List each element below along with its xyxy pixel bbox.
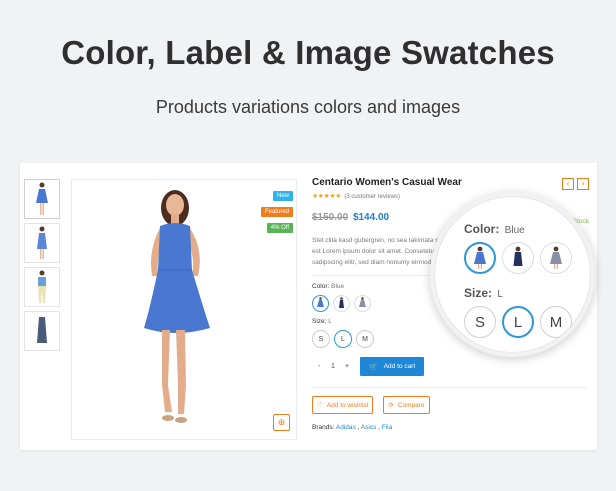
add-to-cart-button[interactable]: 🛒 Add to cart [360, 357, 425, 376]
review-count-link[interactable]: (3 customer reviews) [344, 194, 400, 200]
badge-discount: 4% Off [266, 223, 293, 233]
magnified-color-label: Color: Blue [464, 222, 572, 236]
sale-price: $144.00 [352, 212, 390, 223]
zoom-icon[interactable]: ⊕ [273, 414, 290, 431]
old-price: $150.00 [312, 212, 349, 223]
heart-icon: ♡ [317, 402, 323, 409]
magnified-swatch-grey[interactable] [540, 242, 572, 274]
magnified-swatch-navy[interactable] [502, 242, 534, 274]
magnified-options: Color: Blue Size: L S L M [464, 222, 572, 338]
swatch-blue[interactable] [312, 295, 329, 312]
refresh-icon: ⟳ [388, 402, 394, 409]
magnified-color-swatches [464, 242, 572, 274]
magnifier-lens: Color: Blue Size: L S L M [430, 192, 595, 357]
magnified-swatch-blue[interactable] [464, 242, 496, 274]
brand-link-fila[interactable]: Fila [382, 424, 392, 431]
divider [312, 387, 586, 388]
magnified-size-label: Size: L [464, 286, 572, 300]
badge-new: New [272, 191, 293, 201]
page-title: Color, Label & Image Swatches [61, 34, 555, 71]
brand-link-asics[interactable]: Asics [361, 424, 377, 431]
thumbnail-blue-dress-2[interactable] [24, 223, 60, 263]
brand-link-adidas[interactable]: Adidas [336, 424, 356, 431]
magnified-size-s-button[interactable]: S [464, 306, 496, 338]
thumbnail-list [24, 179, 64, 355]
badge-featured: Featured [260, 207, 293, 217]
compare-label: Compare [397, 401, 425, 409]
qty-decrease-button[interactable]: - [312, 363, 326, 370]
brands-label: Brands: [312, 424, 335, 431]
color-value: Blue [331, 283, 345, 290]
size-value: L [328, 318, 332, 325]
wishlist-label: Add to wishlist [326, 401, 369, 409]
swatch-grey[interactable] [354, 295, 371, 312]
magnified-size-title: Size: [464, 286, 493, 300]
product-title: Centario Women's Casual Wear [312, 177, 462, 188]
product-actions: ♡ Add to wishlist ⟳ Compare [312, 396, 590, 414]
page-subtitle: Products variations colors and images [155, 97, 461, 117]
size-label: Size: [312, 318, 327, 325]
size-s-button[interactable]: S [312, 330, 330, 348]
magnified-color-value: Blue [504, 225, 525, 236]
size-m-button[interactable]: M [356, 330, 374, 348]
magnified-size-l-button[interactable]: L [502, 306, 534, 338]
thumbnail-pants[interactable] [24, 267, 60, 307]
magnified-size-m-button[interactable]: M [540, 306, 572, 338]
model-image [144, 190, 210, 423]
add-to-cart-label: Add to cart [383, 363, 416, 370]
rating[interactable]: ★★★★★ (3 customer reviews) [312, 192, 590, 200]
main-product-image[interactable]: New Featured 4% Off ⊕ [71, 179, 297, 440]
magnified-size-value: L [497, 289, 503, 300]
color-label: Color: [312, 283, 330, 290]
compare-button[interactable]: ⟳ Compare [383, 396, 430, 414]
qty-input[interactable]: 1 [326, 363, 340, 370]
cart-icon: 🛒 [369, 363, 378, 371]
magnified-color-title: Color: [464, 222, 500, 236]
add-to-wishlist-button[interactable]: ♡ Add to wishlist [312, 396, 374, 414]
thumbnail-blue-dress[interactable] [24, 179, 60, 219]
brands: Brands: Adidas , Asics , Fila [312, 424, 393, 431]
star-rating-icon: ★★★★★ [312, 193, 341, 200]
size-l-button[interactable]: L [334, 330, 352, 348]
qty-increase-button[interactable]: + [340, 363, 354, 370]
swatch-navy[interactable] [333, 295, 350, 312]
cart-row: - 1 + 🛒 Add to cart [312, 357, 590, 376]
quantity-stepper: - 1 + [312, 357, 354, 376]
magnified-size-swatches: S L M [464, 306, 572, 338]
thumbnail-grey-dress[interactable] [24, 311, 60, 351]
